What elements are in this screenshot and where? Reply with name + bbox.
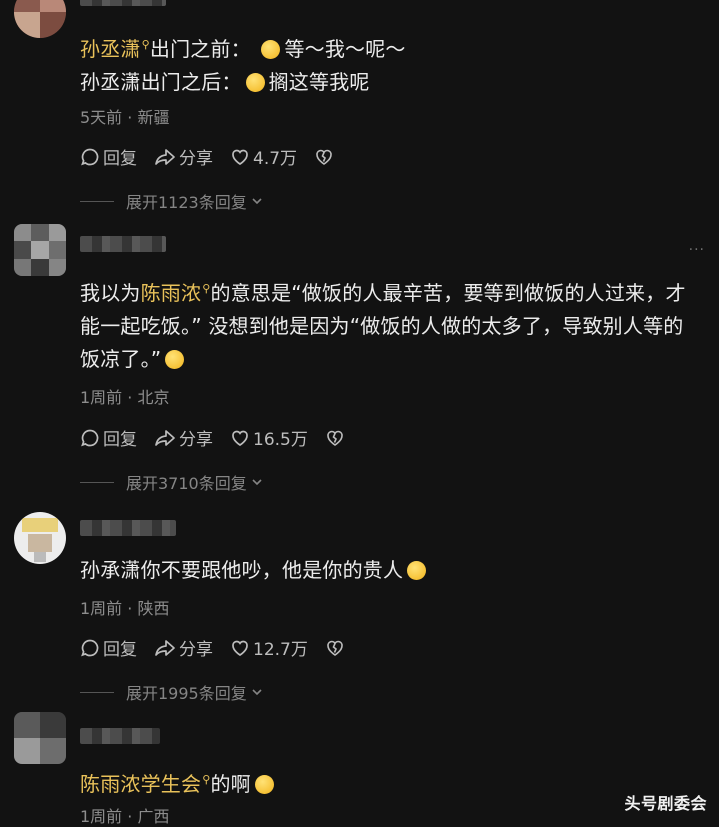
- comment-text: 孙承潇你不要跟他吵，他是你的贵人: [80, 554, 689, 587]
- comment-meta: 1周前 · 广西: [80, 807, 170, 826]
- emoji-smile-icon: [254, 775, 274, 794]
- emoji-smile-icon: [245, 73, 265, 92]
- user-mention[interactable]: 陈雨浓: [141, 281, 202, 305]
- like-count: 4.7万: [253, 149, 298, 169]
- share-icon: [155, 639, 175, 656]
- heart-icon: [232, 149, 248, 165]
- more-options-icon[interactable]: ···: [689, 242, 705, 258]
- comment-actions: 回复 分享 12.7万: [80, 635, 365, 660]
- expand-replies-button[interactable]: 展开3710条回复: [80, 470, 264, 494]
- share-button[interactable]: 分享: [154, 635, 213, 660]
- share-button[interactable]: 分享: [154, 144, 213, 169]
- comment-actions: 回复 分享 4.7万: [80, 144, 354, 169]
- comment-meta: 5天前 · 新疆: [80, 108, 170, 127]
- reply-icon: [81, 429, 99, 446]
- comment-meta: 1周前 · 北京: [80, 388, 170, 407]
- divider-line: [80, 691, 114, 693]
- share-button[interactable]: 分享: [154, 425, 213, 450]
- comment-text: 我以为陈雨浓⚲的意思是“做饭的人最辛苦，要等到做饭的人过来，才能一起吃饭。” 没…: [80, 281, 686, 371]
- chevron-down-icon: [252, 479, 262, 486]
- heart-icon: [232, 430, 248, 446]
- comment-text: 陈雨浓学生会⚲的啊: [80, 763, 689, 801]
- dislike-button[interactable]: [314, 147, 337, 167]
- like-button[interactable]: 4.7万: [230, 144, 297, 169]
- reply-button[interactable]: 回复: [80, 144, 137, 169]
- broken-heart-icon: [327, 430, 343, 446]
- like-button[interactable]: 16.5万: [230, 425, 308, 450]
- username-redacted: [80, 728, 160, 744]
- chevron-down-icon: [252, 198, 262, 205]
- expand-replies-button[interactable]: 展开1995条回复: [80, 680, 264, 704]
- emoji-smile-icon: [407, 561, 427, 580]
- user-mention[interactable]: 陈雨浓学生会: [80, 772, 201, 796]
- comment-actions: 回复 分享 16.5万: [80, 425, 365, 450]
- dislike-button[interactable]: [325, 428, 348, 448]
- emoji-laugh-icon: [165, 350, 185, 369]
- reply-button[interactable]: 回复: [80, 635, 137, 660]
- heart-icon: [232, 640, 248, 656]
- broken-heart-icon: [327, 640, 343, 656]
- expand-replies-button[interactable]: 展开1123条回复: [80, 189, 264, 213]
- broken-heart-icon: [316, 149, 332, 165]
- search-icon: ⚲: [141, 38, 150, 51]
- avatar[interactable]: [14, 224, 66, 276]
- avatar[interactable]: [14, 0, 66, 38]
- divider-line: [80, 481, 114, 483]
- comment-meta: 1周前 · 陕西: [80, 599, 170, 618]
- username-redacted: [80, 520, 176, 536]
- comment-text: 孙丞潇⚲出门之前： 等～我～呢～ 孙丞潇出门之后： 搁这等我呢: [80, 37, 406, 94]
- like-count: 12.7万: [253, 640, 308, 660]
- avatar[interactable]: [14, 512, 66, 564]
- share-icon: [155, 148, 175, 165]
- watermark: 头号剧委会: [624, 794, 707, 813]
- avatar[interactable]: [14, 712, 66, 764]
- emoji-blush-icon: [261, 40, 281, 59]
- like-button[interactable]: 12.7万: [230, 635, 308, 660]
- username-redacted: [80, 0, 166, 6]
- username-redacted: [80, 236, 166, 252]
- reply-icon: [81, 639, 99, 656]
- share-icon: [155, 429, 175, 446]
- divider-line: [80, 200, 114, 202]
- dislike-button[interactable]: [325, 638, 348, 658]
- user-mention[interactable]: 孙丞潇: [80, 37, 141, 61]
- like-count: 16.5万: [253, 430, 308, 450]
- reply-button[interactable]: 回复: [80, 425, 137, 450]
- chevron-down-icon: [252, 689, 262, 696]
- reply-icon: [81, 148, 99, 165]
